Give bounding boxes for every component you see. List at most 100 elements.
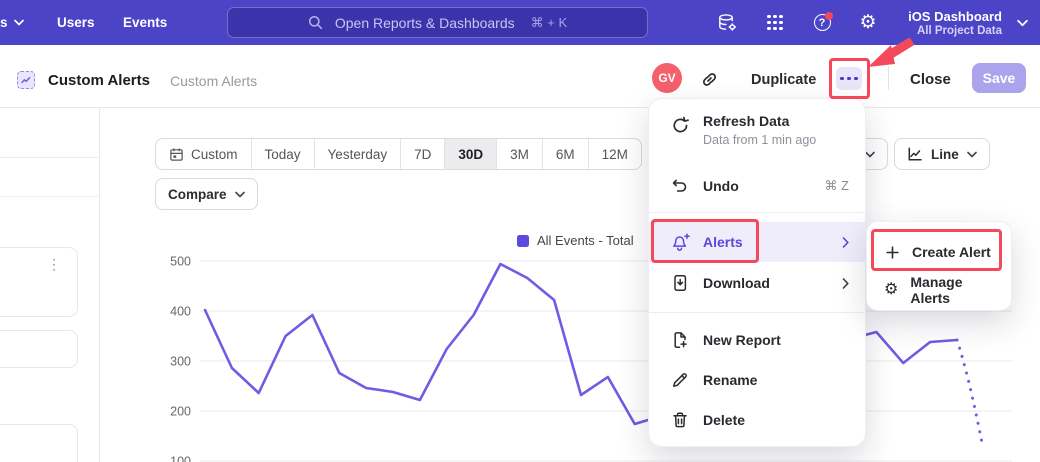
- report-icon: [17, 71, 35, 89]
- menu-item-label: Refresh Data: [703, 113, 816, 129]
- range-30d-selected[interactable]: 30D: [445, 139, 497, 169]
- svg-text:100: 100: [170, 455, 191, 462]
- project-selector[interactable]: iOS Dashboard All Project Data: [908, 0, 1002, 45]
- trash-icon: [670, 411, 690, 429]
- report-options-menu: Refresh Data Data from 1 min ago Undo ⌘ …: [648, 98, 866, 447]
- nav-label: s: [0, 15, 8, 30]
- search-placeholder: Open Reports & Dashboards: [335, 15, 515, 31]
- chevron-down-icon: [967, 151, 977, 158]
- search-input[interactable]: Open Reports & Dashboards ⌘ + K: [227, 7, 648, 38]
- chart-type-button[interactable]: Line: [894, 138, 990, 170]
- legend-swatch: [517, 235, 529, 247]
- divider: [0, 157, 98, 158]
- chevron-down-icon: [235, 191, 245, 198]
- svg-text:400: 400: [170, 305, 191, 319]
- breadcrumb: Custom Alerts: [170, 73, 257, 89]
- grid-icon: [767, 15, 783, 31]
- settings-button[interactable]: ⚙: [851, 0, 885, 45]
- menu-item-refresh-data[interactable]: Refresh Data Data from 1 min ago: [649, 107, 865, 147]
- pencil-icon: [670, 371, 690, 389]
- nav-item-truncated[interactable]: s: [0, 0, 24, 45]
- page-title: Custom Alerts: [48, 72, 150, 89]
- download-icon: [670, 274, 690, 292]
- link-icon: [700, 70, 719, 89]
- range-3m[interactable]: 3M: [497, 139, 543, 169]
- submenu-item-label: Manage Alerts: [910, 274, 997, 306]
- alerts-submenu: Create Alert ⚙ Manage Alerts: [866, 221, 1012, 311]
- report-header: [0, 45, 1040, 108]
- kebab-menu-icon[interactable]: ⋮: [47, 256, 61, 273]
- save-button[interactable]: Save: [972, 63, 1026, 93]
- alert-bell-icon: [670, 233, 690, 251]
- database-gear-icon: [717, 13, 738, 32]
- new-report-icon: [670, 331, 690, 349]
- menu-item-label: Undo: [703, 178, 739, 194]
- menu-item-label: Rename: [703, 372, 757, 388]
- more-horizontal-icon: [840, 77, 844, 81]
- compare-label: Compare: [168, 187, 227, 202]
- app-window: 500 400 300 200 100 All Events - Total s Use…: [0, 0, 1040, 462]
- nav-label: Users: [57, 15, 95, 30]
- menu-item-rename[interactable]: Rename: [649, 360, 865, 400]
- line-chart-icon: [907, 146, 923, 162]
- menu-item-alerts[interactable]: Alerts: [649, 222, 865, 262]
- project-name: iOS Dashboard: [908, 9, 1002, 24]
- chevron-right-icon: [842, 278, 849, 289]
- sidebar-card[interactable]: [0, 424, 78, 462]
- chevron-right-icon: [842, 237, 849, 248]
- help-button[interactable]: ?: [805, 0, 839, 45]
- data-management-button[interactable]: [710, 0, 744, 45]
- chart-type-label: Line: [931, 147, 959, 162]
- range-6m[interactable]: 6M: [543, 139, 589, 169]
- legend-label: All Events - Total: [537, 233, 634, 248]
- search-icon: [308, 15, 323, 30]
- divider: [0, 196, 98, 197]
- range-today[interactable]: Today: [252, 139, 315, 169]
- range-7d[interactable]: 7D: [401, 139, 445, 169]
- close-button[interactable]: Close: [910, 71, 951, 88]
- menu-item-new-report[interactable]: New Report: [649, 320, 865, 360]
- gear-icon: ⚙: [859, 13, 876, 32]
- menu-item-delete[interactable]: Delete: [649, 400, 865, 440]
- avatar[interactable]: GV: [652, 63, 682, 93]
- compare-button[interactable]: Compare: [155, 178, 258, 210]
- divider: [649, 312, 865, 313]
- menu-item-download[interactable]: Download: [649, 263, 865, 303]
- help-icon: ?: [814, 14, 831, 31]
- undo-icon: [670, 177, 690, 195]
- svg-text:300: 300: [170, 355, 191, 369]
- date-range-control: Custom Today Yesterday 7D 30D 3M 6M 12M: [155, 138, 642, 170]
- sidebar-card[interactable]: [0, 330, 78, 368]
- refresh-subtext: Data from 1 min ago: [703, 133, 816, 147]
- menu-item-label: New Report: [703, 332, 781, 348]
- submenu-item-create-alert[interactable]: Create Alert: [867, 233, 1011, 271]
- chevron-down-icon: [865, 151, 875, 158]
- topbar: s Users Events Open Reports & Dashboards…: [0, 0, 1040, 45]
- more-options-button[interactable]: [836, 67, 862, 90]
- menu-item-label: Alerts: [703, 234, 743, 250]
- range-custom[interactable]: Custom: [156, 139, 252, 169]
- range-label: Custom: [191, 147, 238, 162]
- svg-text:500: 500: [170, 255, 191, 269]
- plus-icon: [883, 245, 901, 260]
- submenu-item-label: Create Alert: [912, 244, 991, 260]
- calendar-icon: [169, 147, 184, 162]
- chart-legend: All Events - Total: [517, 233, 634, 248]
- range-12m[interactable]: 12M: [589, 139, 641, 169]
- sidebar-card[interactable]: ⋮: [0, 247, 78, 317]
- menu-item-undo[interactable]: Undo ⌘ Z: [649, 166, 865, 206]
- range-yesterday[interactable]: Yesterday: [315, 139, 402, 169]
- apps-grid-button[interactable]: [758, 0, 792, 45]
- left-sidebar: ⋮: [0, 108, 100, 462]
- gear-icon: ⚙: [883, 282, 899, 298]
- copy-link-button[interactable]: [700, 70, 719, 89]
- svg-text:200: 200: [170, 405, 191, 419]
- refresh-icon: [670, 113, 690, 147]
- notification-dot: [825, 12, 833, 20]
- duplicate-button[interactable]: Duplicate: [751, 72, 816, 88]
- nav-item-events[interactable]: Events: [123, 0, 167, 45]
- divider: [888, 66, 889, 90]
- submenu-item-manage-alerts[interactable]: ⚙ Manage Alerts: [867, 271, 1011, 309]
- chevron-down-icon: [14, 19, 24, 26]
- nav-item-users[interactable]: Users: [57, 0, 95, 45]
